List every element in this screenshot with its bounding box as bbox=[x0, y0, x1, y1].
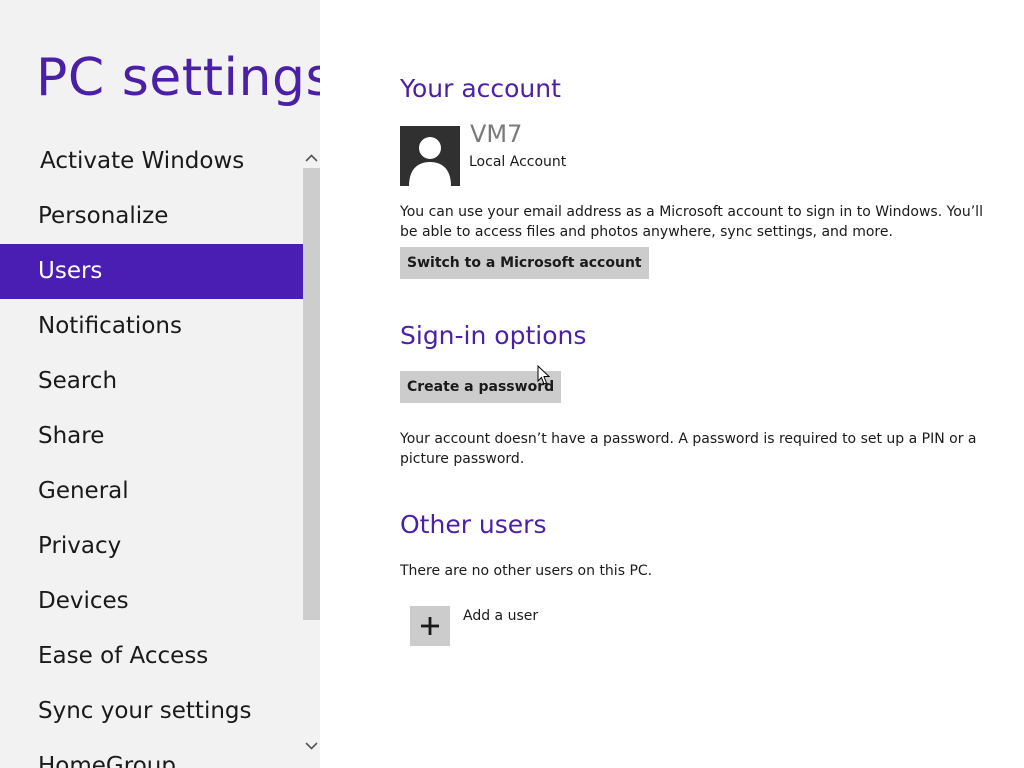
other-users-heading: Other users bbox=[400, 510, 547, 539]
scroll-up-arrow-icon[interactable] bbox=[303, 148, 320, 168]
sidebar-item-search[interactable]: Search bbox=[0, 354, 304, 409]
scrollbar-thumb[interactable] bbox=[303, 168, 320, 620]
no-other-users-text: There are no other users on this PC. bbox=[400, 563, 653, 579]
switch-to-microsoft-account-button[interactable]: Switch to a Microsoft account bbox=[400, 247, 649, 279]
sidebar-item-homegroup[interactable]: HomeGroup bbox=[0, 739, 304, 768]
add-user-button[interactable] bbox=[410, 606, 450, 646]
scroll-down-arrow-icon[interactable] bbox=[303, 736, 320, 756]
sidebar-item-users[interactable]: Users bbox=[0, 244, 304, 299]
your-account-heading: Your account bbox=[400, 74, 561, 103]
sidebar-scrollbar[interactable] bbox=[303, 134, 320, 760]
sidebar-nav: Activate Windows Personalize Users Notif… bbox=[0, 134, 304, 768]
password-description: Your account doesn’t have a password. A … bbox=[400, 431, 977, 467]
sidebar-item-sync-your-settings[interactable]: Sync your settings bbox=[0, 684, 304, 739]
account-type-label: Local Account bbox=[469, 154, 567, 170]
sidebar-item-ease-of-access[interactable]: Ease of Access bbox=[0, 629, 304, 684]
sidebar-item-general[interactable]: General bbox=[0, 464, 304, 519]
sidebar-item-share[interactable]: Share bbox=[0, 409, 304, 464]
plus-icon bbox=[421, 617, 439, 635]
sidebar-item-privacy[interactable]: Privacy bbox=[0, 519, 304, 574]
sidebar-item-activate-windows[interactable]: Activate Windows bbox=[0, 134, 304, 189]
main-content: Your account VM7 Local Account You can u… bbox=[400, 0, 1000, 768]
add-user-label[interactable]: Add a user bbox=[463, 608, 538, 624]
account-user-name: VM7 bbox=[470, 120, 523, 148]
mouse-pointer-icon bbox=[537, 364, 551, 390]
sidebar-item-devices[interactable]: Devices bbox=[0, 574, 304, 629]
sidebar-item-personalize[interactable]: Personalize bbox=[0, 189, 304, 244]
microsoft-account-description: You can use your email address as a Micr… bbox=[400, 204, 983, 240]
sign-in-options-heading: Sign-in options bbox=[400, 321, 587, 350]
user-silhouette-icon bbox=[400, 126, 460, 186]
sidebar-item-notifications[interactable]: Notifications bbox=[0, 299, 304, 354]
sidebar: PC settings Activate Windows Personalize… bbox=[0, 0, 320, 768]
app-title: PC settings bbox=[36, 48, 320, 108]
